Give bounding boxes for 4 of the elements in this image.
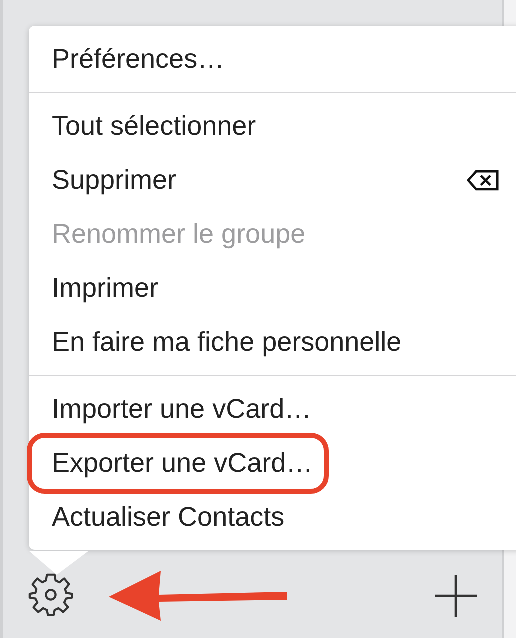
menu-item[interactable]: Exporter une vCard… bbox=[27, 432, 330, 494]
menu-item[interactable]: Préférences… bbox=[27, 28, 241, 90]
settings-icon[interactable] bbox=[28, 572, 74, 618]
add-icon[interactable] bbox=[435, 575, 477, 617]
